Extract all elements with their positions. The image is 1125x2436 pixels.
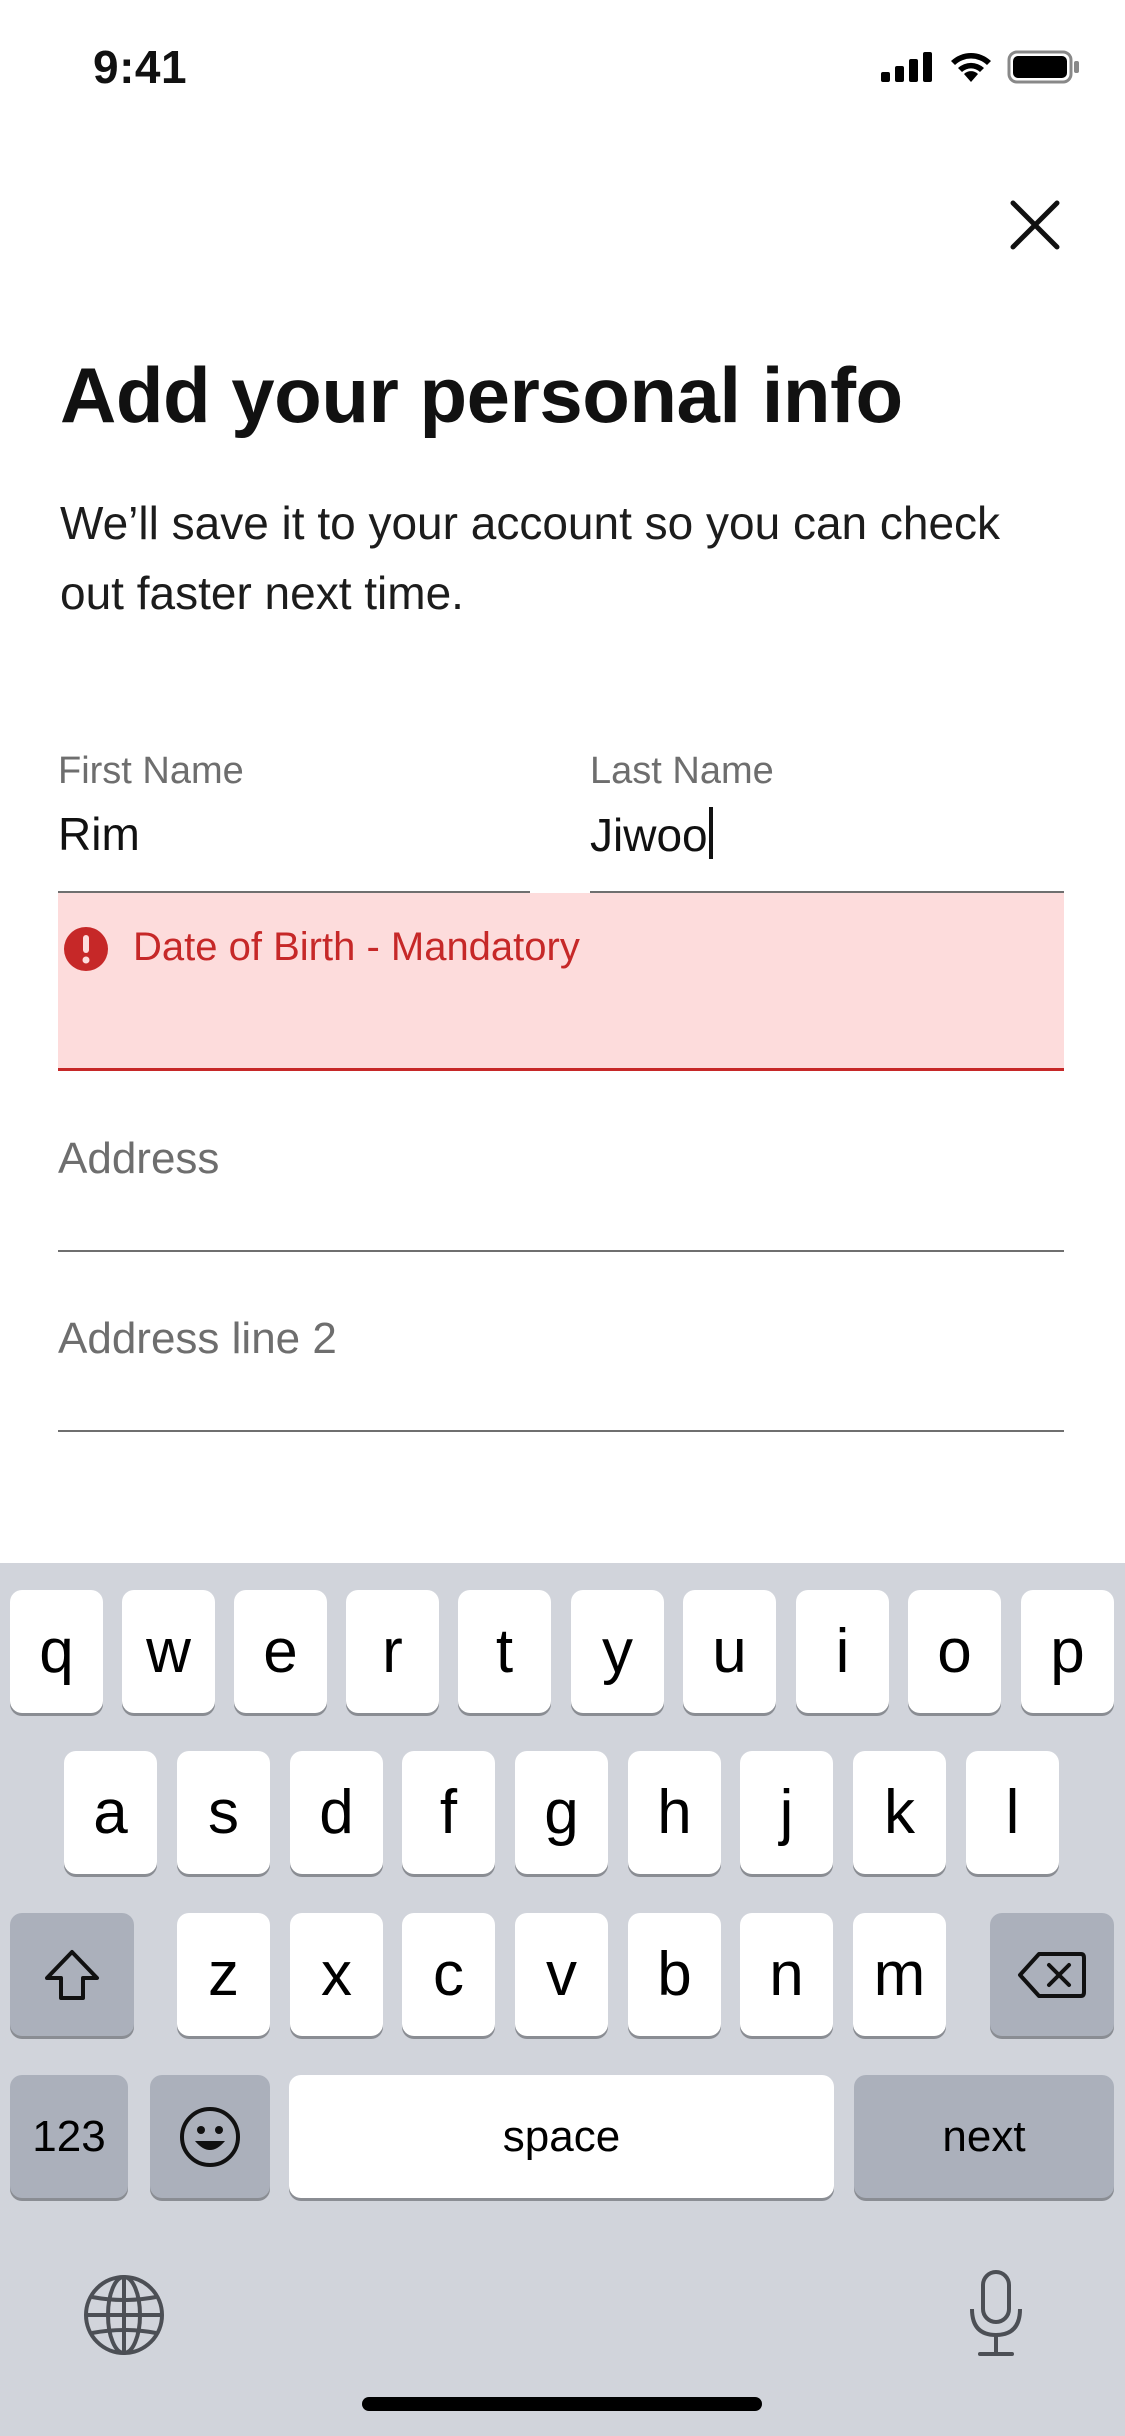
- backspace-icon: [1018, 1951, 1086, 1998]
- last-name-label: Last Name: [590, 750, 774, 792]
- key-w[interactable]: w: [122, 1590, 215, 1713]
- date-of-birth-error-message: Date of Birth - Mandatory: [133, 925, 580, 969]
- key-n[interactable]: n: [740, 1913, 833, 2036]
- key-d[interactable]: d: [290, 1751, 383, 1874]
- key-j[interactable]: j: [740, 1751, 833, 1874]
- shift-key[interactable]: [10, 1913, 134, 2036]
- close-button[interactable]: [1000, 190, 1070, 260]
- close-icon: [1010, 200, 1060, 250]
- address-line-2-underline: [58, 1430, 1064, 1432]
- address-line-2-field[interactable]: Address line 2: [58, 1282, 1064, 1432]
- keyboard: q w e r t y u i o p a s d f g h j k l z …: [0, 1563, 1125, 2436]
- key-y[interactable]: y: [571, 1590, 664, 1713]
- globe-button[interactable]: [82, 2273, 166, 2362]
- address-placeholder: Address: [58, 1134, 220, 1183]
- key-e[interactable]: e: [234, 1590, 327, 1713]
- key-l[interactable]: l: [966, 1751, 1059, 1874]
- key-g[interactable]: g: [515, 1751, 608, 1874]
- key-u[interactable]: u: [683, 1590, 776, 1713]
- address-underline: [58, 1250, 1064, 1252]
- key-b[interactable]: b: [628, 1913, 721, 2036]
- key-k[interactable]: k: [853, 1751, 946, 1874]
- key-v[interactable]: v: [515, 1913, 608, 2036]
- last-name-value: Jiwoo: [590, 809, 708, 861]
- cellular-signal-icon: [881, 52, 932, 82]
- numbers-key[interactable]: 123: [10, 2075, 128, 2198]
- first-name-label: First Name: [58, 750, 244, 792]
- microphone-icon: [970, 2270, 1022, 2356]
- page-title: Add your personal info: [60, 351, 903, 439]
- key-i[interactable]: i: [796, 1590, 889, 1713]
- home-indicator: [362, 2397, 762, 2411]
- first-name-field[interactable]: First Name Rim: [58, 745, 530, 893]
- key-x[interactable]: x: [290, 1913, 383, 2036]
- dictation-button[interactable]: [966, 2269, 1026, 2364]
- error-icon: [64, 927, 108, 971]
- last-name-value-wrap: Jiwoo: [590, 807, 713, 862]
- key-s[interactable]: s: [177, 1751, 270, 1874]
- wifi-icon: [951, 53, 991, 82]
- key-t[interactable]: t: [458, 1590, 551, 1713]
- key-r[interactable]: r: [346, 1590, 439, 1713]
- status-icons: [881, 50, 1081, 84]
- status-time: 9:41: [93, 41, 188, 93]
- next-key[interactable]: next: [854, 2075, 1114, 2198]
- emoji-icon: [180, 2106, 240, 2167]
- shift-icon: [45, 1949, 99, 2000]
- page-subtitle: We’ll save it to your account so you can…: [60, 497, 1001, 619]
- key-q[interactable]: q: [10, 1590, 103, 1713]
- key-m[interactable]: m: [853, 1913, 946, 2036]
- address-field[interactable]: Address: [58, 1102, 1064, 1252]
- key-o[interactable]: o: [908, 1590, 1001, 1713]
- space-key[interactable]: space: [289, 2075, 834, 2198]
- first-name-value: Rim: [58, 808, 140, 860]
- text-caret: [708, 807, 713, 859]
- globe-icon: [84, 2275, 164, 2355]
- battery-icon: [1007, 50, 1079, 84]
- address-line-2-placeholder: Address line 2: [58, 1314, 337, 1363]
- key-p[interactable]: p: [1021, 1590, 1114, 1713]
- date-of-birth-field[interactable]: Date of Birth - Mandatory: [58, 893, 1064, 1071]
- key-z[interactable]: z: [177, 1913, 270, 2036]
- delete-key[interactable]: [990, 1913, 1114, 2036]
- key-a[interactable]: a: [64, 1751, 157, 1874]
- key-f[interactable]: f: [402, 1751, 495, 1874]
- key-c[interactable]: c: [402, 1913, 495, 2036]
- last-name-field[interactable]: Last Name Jiwoo: [590, 745, 1064, 893]
- emoji-key[interactable]: [150, 2075, 270, 2198]
- key-h[interactable]: h: [628, 1751, 721, 1874]
